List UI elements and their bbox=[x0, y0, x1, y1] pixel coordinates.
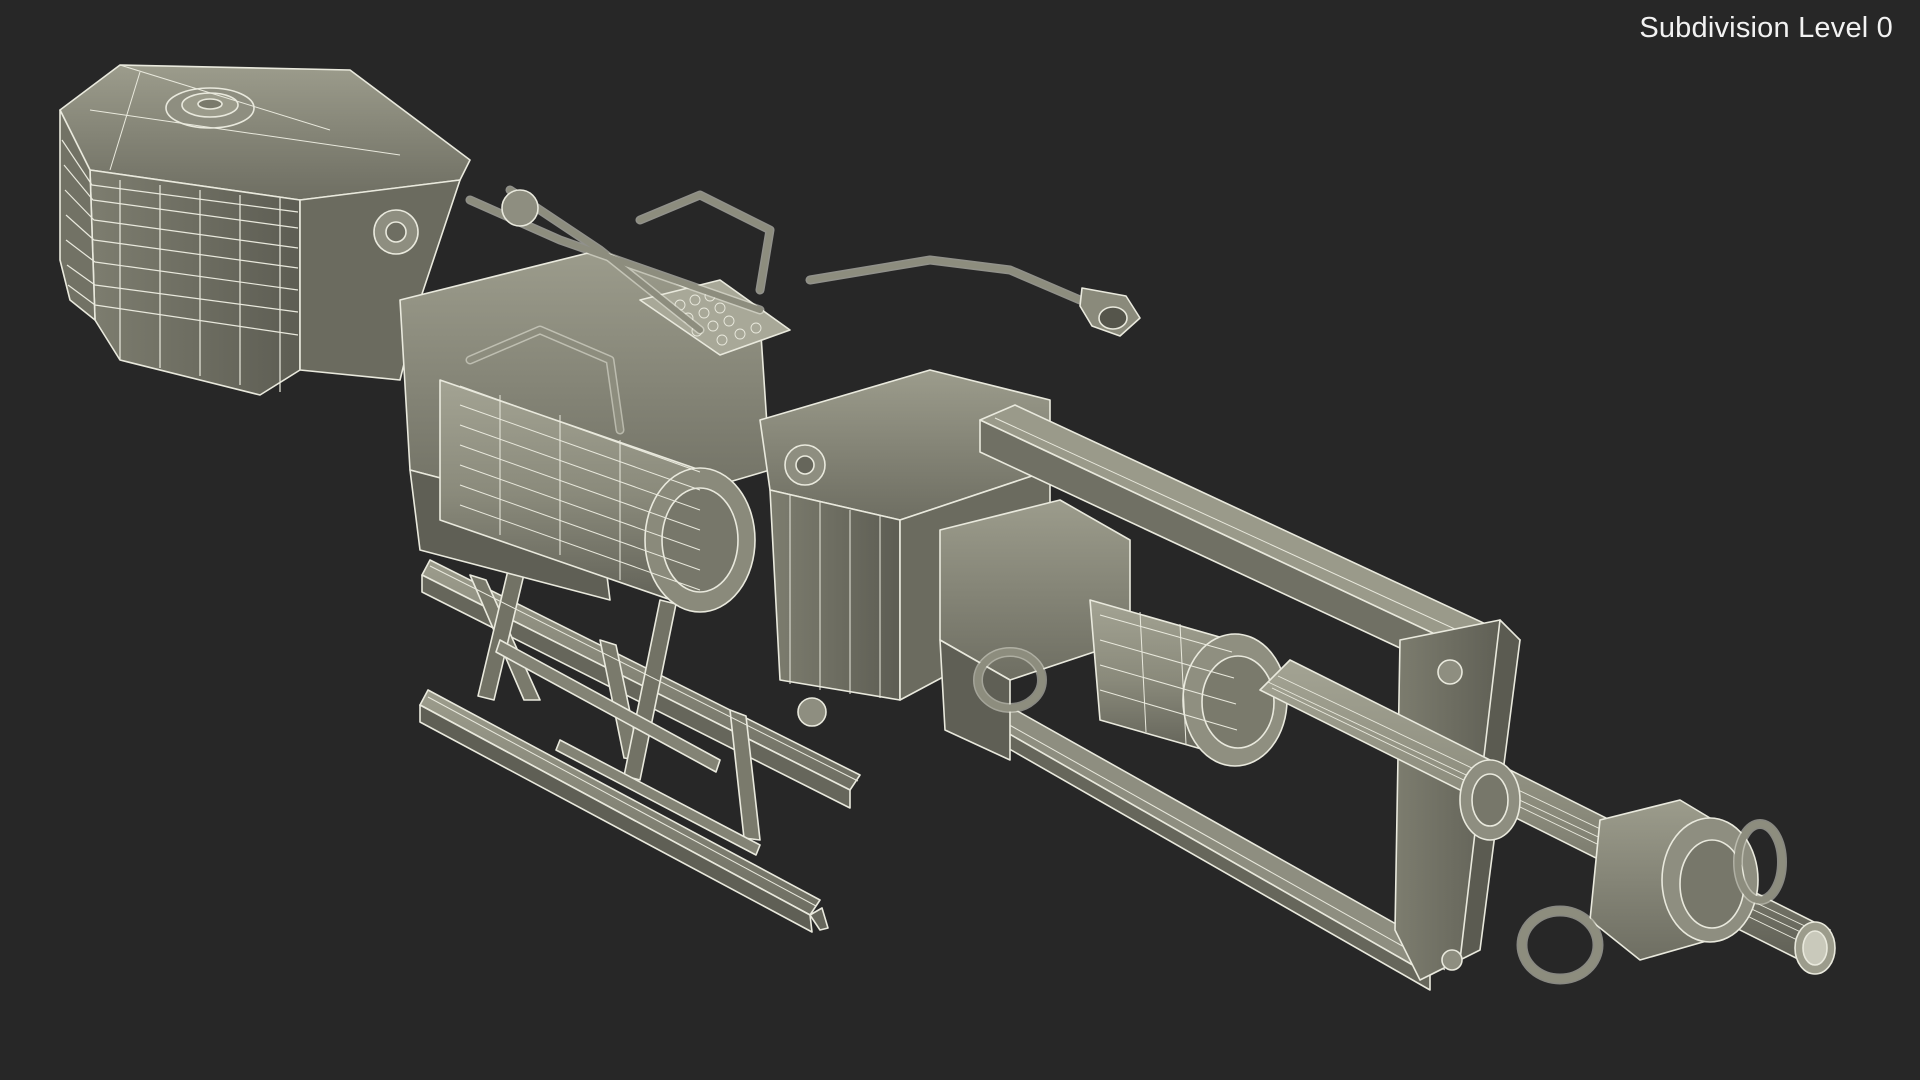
subdivision-level-label: Subdivision Level 0 bbox=[1639, 12, 1893, 44]
render-viewport: Subdivision Level 0 bbox=[0, 0, 1920, 1080]
wireframe-render bbox=[59, 64, 1836, 991]
